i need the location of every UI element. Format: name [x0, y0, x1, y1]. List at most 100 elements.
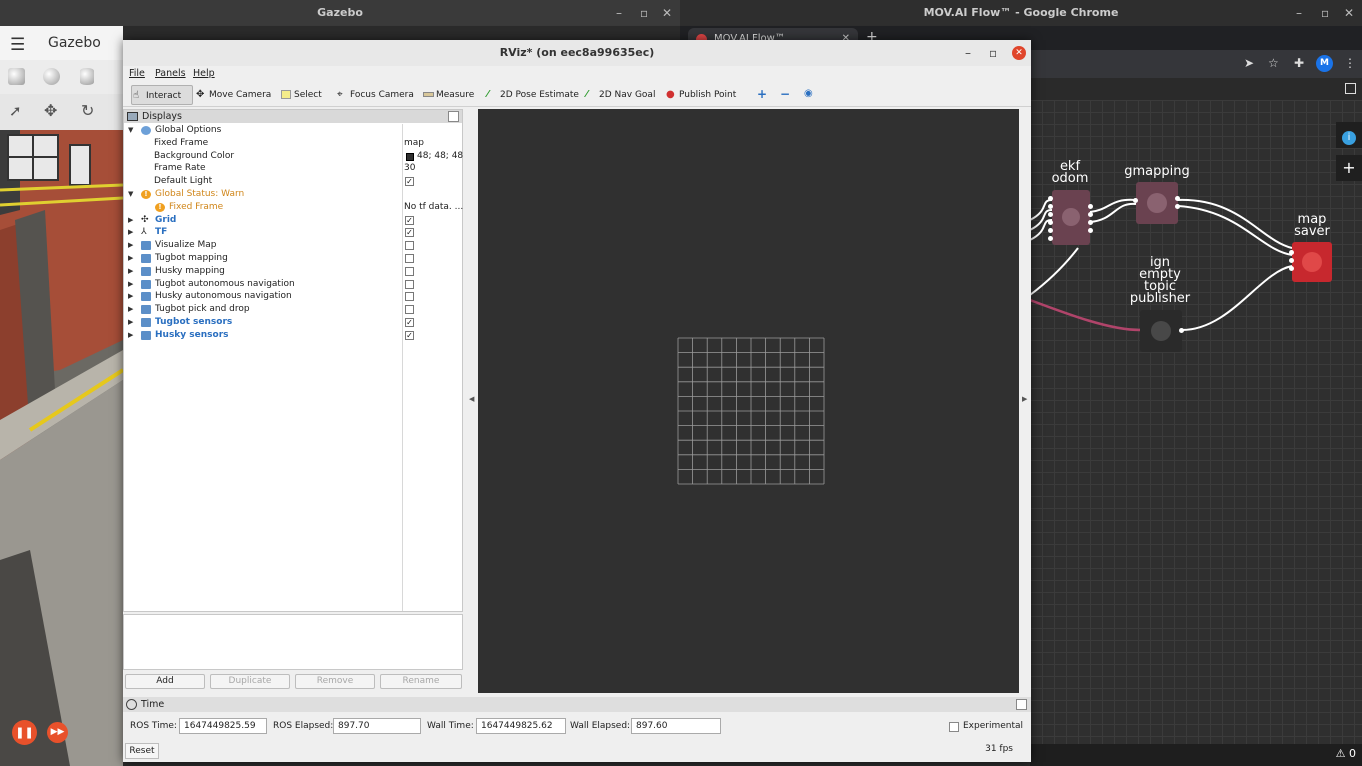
undock-checkbox[interactable]: [1016, 699, 1027, 710]
tree-row-fixed-frame[interactable]: Fixed Frame map: [124, 137, 462, 150]
port[interactable]: [1088, 228, 1093, 233]
more-menu-icon[interactable]: ⋮: [1344, 56, 1356, 70]
tree-row-husky-autonomous-navigation[interactable]: ▶ Husky autonomous navigation: [124, 290, 462, 303]
collapse-right-icon[interactable]: ▶: [1022, 395, 1027, 403]
minimize-icon[interactable]: –: [965, 40, 971, 66]
tree-row-grid[interactable]: ▶ ✣ Grid ✓: [124, 214, 462, 227]
tree-row-global-status[interactable]: ▼ ! Global Status: Warn: [124, 188, 462, 201]
maximize-icon[interactable]: ▫: [1321, 0, 1329, 26]
port[interactable]: [1289, 258, 1294, 263]
maximize-icon[interactable]: ▫: [640, 0, 648, 26]
info-button[interactable]: i: [1336, 122, 1362, 148]
display-checkbox[interactable]: [405, 266, 414, 276]
display-checkbox[interactable]: [405, 292, 414, 302]
menu-help[interactable]: Help: [193, 68, 215, 79]
bookmark-star-icon[interactable]: ☆: [1268, 56, 1279, 70]
display-checkbox[interactable]: [405, 279, 414, 289]
port[interactable]: [1048, 228, 1053, 233]
tree-row-tugbot-autonomous-navigation[interactable]: ▶ Tugbot autonomous navigation: [124, 278, 462, 291]
expand-arrow-icon[interactable]: ▶: [128, 214, 133, 227]
expand-arrow-icon[interactable]: ▶: [128, 226, 133, 239]
expand-arrow-icon[interactable]: ▶: [128, 329, 133, 342]
hamburger-icon[interactable]: ☰: [10, 35, 25, 55]
wall-elapsed-field[interactable]: 897.60: [631, 718, 721, 734]
maximize-icon[interactable]: ▫: [989, 40, 997, 66]
node-ign-publisher[interactable]: [1140, 310, 1182, 352]
collapse-arrow-icon[interactable]: ▼: [128, 188, 133, 201]
display-checkbox[interactable]: ✓: [405, 215, 414, 225]
nav-goal-tool-button[interactable]: ⁄ 2D Nav Goal: [585, 85, 655, 105]
tree-row-tugbot-mapping[interactable]: ▶ Tugbot mapping: [124, 252, 462, 265]
experimental-checkbox[interactable]: [949, 722, 959, 732]
port[interactable]: [1175, 196, 1180, 201]
port[interactable]: [1289, 250, 1294, 255]
fullscreen-icon[interactable]: [1345, 83, 1356, 94]
reset-button[interactable]: Reset: [125, 743, 159, 759]
port[interactable]: [1133, 198, 1138, 203]
port[interactable]: [1048, 236, 1053, 241]
add-display-button[interactable]: Add: [125, 674, 205, 689]
port[interactable]: [1048, 196, 1053, 201]
expand-arrow-icon[interactable]: ▶: [128, 316, 133, 329]
send-icon[interactable]: ➤: [1244, 56, 1254, 70]
port[interactable]: [1088, 204, 1093, 209]
node-gmapping[interactable]: [1136, 182, 1178, 224]
tree-row-tf[interactable]: ▶ ⅄ TF ✓: [124, 226, 462, 239]
close-icon[interactable]: ✕: [1344, 0, 1354, 26]
port[interactable]: [1048, 212, 1053, 217]
display-checkbox[interactable]: ✓: [405, 330, 414, 340]
port[interactable]: [1179, 328, 1184, 333]
minimize-icon[interactable]: –: [1296, 0, 1302, 26]
port[interactable]: [1048, 204, 1053, 209]
3d-render-view[interactable]: [478, 109, 1019, 693]
pose-estimate-tool-button[interactable]: ⁄ 2D Pose Estimate: [486, 85, 579, 105]
ros-elapsed-field[interactable]: 897.70: [333, 718, 421, 734]
tree-row-frame-rate[interactable]: Frame Rate 30: [124, 162, 462, 175]
minimize-icon[interactable]: –: [616, 0, 622, 26]
pause-button[interactable]: ❚❚: [12, 720, 37, 745]
tree-row-husky-sensors[interactable]: ▶ Husky sensors ✓: [124, 329, 462, 342]
collapse-left-icon[interactable]: ◀: [469, 395, 474, 403]
tree-row-tugbot-sensors[interactable]: ▶ Tugbot sensors ✓: [124, 316, 462, 329]
select-arrow-icon[interactable]: ➚: [9, 102, 22, 120]
collapse-arrow-icon[interactable]: ▼: [128, 124, 133, 137]
close-icon[interactable]: ✕: [1012, 46, 1026, 60]
tree-row-global-options[interactable]: ▼ Global Options: [124, 124, 462, 137]
cylinder-shape-icon[interactable]: [80, 68, 94, 85]
undock-checkbox[interactable]: [448, 111, 459, 122]
publish-point-tool-button[interactable]: ● Publish Point: [665, 85, 736, 105]
select-tool-button[interactable]: Select: [280, 85, 322, 105]
display-checkbox[interactable]: ✓: [405, 317, 414, 327]
left-dock-splitter[interactable]: ◀: [465, 109, 477, 692]
move-camera-tool-button[interactable]: ✥ Move Camera: [195, 85, 271, 105]
expand-arrow-icon[interactable]: ▶: [128, 278, 133, 291]
tree-row-husky-mapping[interactable]: ▶ Husky mapping: [124, 265, 462, 278]
extensions-icon[interactable]: ✚: [1294, 56, 1304, 70]
close-icon[interactable]: ✕: [662, 0, 672, 26]
fixed-frame-value[interactable]: map: [404, 137, 424, 150]
color-swatch[interactable]: [406, 152, 414, 161]
ros-time-field[interactable]: 1647449825.59: [179, 718, 267, 734]
frame-rate-value[interactable]: 30: [404, 162, 415, 175]
measure-tool-button[interactable]: Measure: [422, 85, 474, 105]
right-dock-splitter[interactable]: ▶: [1019, 109, 1031, 692]
tree-row-default-light[interactable]: Default Light ✓: [124, 175, 462, 188]
node-ekf-odom[interactable]: [1052, 190, 1090, 245]
port[interactable]: [1048, 220, 1053, 225]
add-node-button[interactable]: +: [1336, 155, 1362, 181]
flow-canvas[interactable]: i + ekf odom gmapping map saver ign empt…: [1030, 100, 1362, 744]
expand-arrow-icon[interactable]: ▶: [128, 252, 133, 265]
default-light-checkbox[interactable]: ✓: [405, 177, 414, 187]
warning-icon[interactable]: ⚠ 0: [1336, 747, 1356, 760]
interact-tool-button[interactable]: ☝ Interact: [131, 85, 193, 105]
background-color-value[interactable]: 48; 48; 48: [417, 150, 463, 163]
sphere-shape-icon[interactable]: [43, 68, 60, 85]
expand-arrow-icon[interactable]: ▶: [128, 265, 133, 278]
translate-icon[interactable]: ✥: [44, 101, 57, 120]
port[interactable]: [1088, 212, 1093, 217]
menu-file[interactable]: File: [129, 68, 145, 79]
rename-display-button[interactable]: Rename: [380, 674, 462, 689]
gazebo-3d-scene[interactable]: [0, 130, 123, 766]
expand-arrow-icon[interactable]: ▶: [128, 290, 133, 303]
tree-row-background-color[interactable]: Background Color 48; 48; 48: [124, 150, 463, 163]
